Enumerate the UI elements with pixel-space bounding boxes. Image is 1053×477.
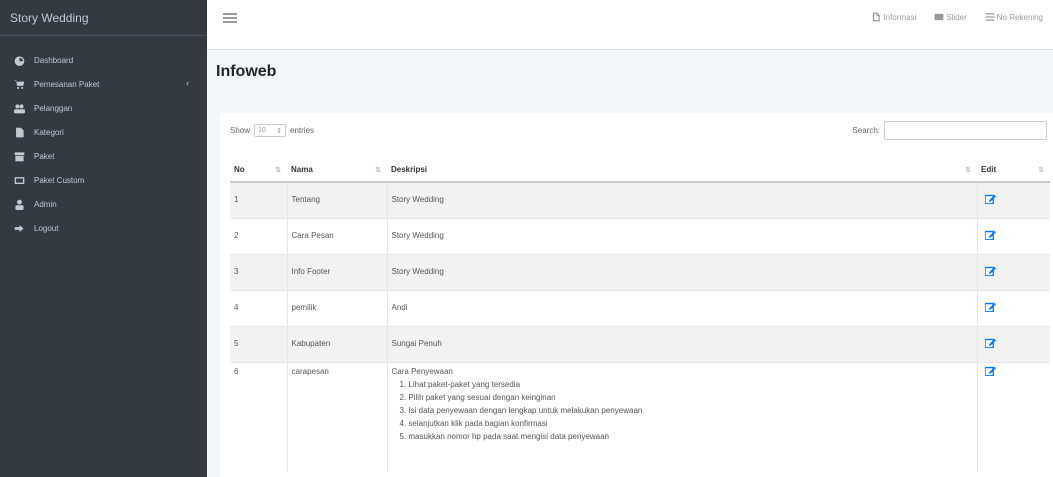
brand-title[interactable]: Story Wedding — [0, 0, 207, 36]
sidebar-item-label: Pelanggan — [34, 103, 73, 113]
search-input[interactable] — [884, 121, 1047, 140]
cell-deskripsi: Story Wedding — [391, 230, 444, 240]
cell-no: 6 — [234, 366, 239, 376]
data-table-card: Show 10 ⇕ entries Search: No ⇅ Nama ⇅ Desk… — [220, 113, 1053, 477]
sidebar-nav: Dashboard Pemesanan Paket ‹ Pelanggan Ka… — [0, 36, 207, 240]
table-row: 6 carapesan Cara Penyewaan 1. Lihat pake… — [230, 361, 1050, 472]
cell-no: 2 — [234, 230, 239, 240]
sidebar-item-pemesanan-paket[interactable]: Pemesanan Paket ‹ — [0, 72, 207, 96]
edit-icon[interactable] — [983, 230, 996, 240]
list-item: 3. Isi data penyewaan dengan lengkap unt… — [399, 405, 643, 415]
file-icon — [12, 127, 26, 138]
search-label: Search: — [852, 126, 880, 135]
topbar-link-no-rekening[interactable]: No Rekening — [985, 12, 1043, 22]
topbar-link-label: Informasi — [883, 12, 917, 22]
table-row: 5 Kabupaten Sungai Penuh — [230, 325, 1050, 362]
column-header-edit[interactable]: Edit ⇅ — [977, 158, 1050, 183]
table-row: 2 Cara Pesan Story Wedding — [230, 217, 1050, 254]
sort-icon: ⇅ — [965, 167, 971, 174]
topbar-link-slider[interactable]: Slider — [934, 12, 967, 22]
sidebar-item-paket[interactable]: Paket — [0, 144, 207, 168]
cell-nama: Info Footer — [291, 266, 331, 276]
edit-icon[interactable] — [983, 266, 996, 276]
box-icon — [12, 151, 26, 162]
sidebar-item-label: Paket Custom — [34, 175, 85, 185]
top-navbar: Informasi Slider No Rekening — [207, 0, 1053, 50]
cell-nama: carapesan — [291, 366, 329, 376]
sidebar-item-paket-custom[interactable]: Paket Custom — [0, 168, 207, 192]
sidebar-item-label: Admin — [34, 199, 57, 209]
list-item: 2. Pilih paket yang sesuai dengan keingi… — [399, 392, 556, 402]
page-title: Infoweb — [216, 63, 277, 80]
select-arrows-icon: ⇕ — [276, 127, 283, 135]
sidebar: Story Wedding Dashboard Pemesanan Paket … — [0, 0, 207, 477]
table-row: 4 pemilik Andi — [230, 289, 1050, 326]
sidebar-item-label: Paket — [34, 151, 55, 161]
file-icon — [873, 12, 881, 22]
edit-icon[interactable] — [983, 194, 996, 205]
cell-no: 4 — [234, 302, 239, 312]
sidebar-item-label: Kategori — [34, 127, 64, 137]
logout-icon — [12, 223, 26, 234]
infoweb-table: No ⇅ Nama ⇅ Deskripsi ⇅ Edit ⇅ 1 Tentang Sto… — [230, 158, 1050, 472]
chevron-left-icon[interactable]: ‹ — [186, 78, 189, 88]
column-header-no[interactable]: No ⇅ — [230, 158, 287, 183]
cell-no: 5 — [234, 338, 239, 348]
top-links: Informasi Slider No Rekening — [871, 12, 1043, 22]
search-control: Search: — [852, 121, 1047, 140]
dashboard-icon — [12, 55, 26, 66]
cell-deskripsi: Cara Penyewaan — [391, 366, 453, 376]
column-header-deskripsi[interactable]: Deskripsi ⇅ — [387, 158, 977, 183]
show-label: Show — [230, 126, 251, 135]
list-item: 5. masukkan nomor hp pada saat mengisi d… — [399, 431, 609, 441]
sidebar-item-label: Pemesanan Paket — [34, 79, 100, 89]
entries-select[interactable]: 10 ⇕ — [254, 124, 287, 137]
cell-nama: Kabupaten — [291, 338, 331, 348]
sidebar-item-kategori[interactable]: Kategori — [0, 120, 207, 144]
sidebar-item-dashboard[interactable]: Dashboard — [0, 48, 207, 72]
cell-deskripsi: Andi — [391, 302, 408, 312]
card-icon — [12, 175, 26, 186]
list-item: 4. selanjutkan klik pada bagian konfirma… — [399, 418, 548, 428]
cell-no: 1 — [234, 195, 239, 204]
sort-icon: ⇅ — [375, 167, 381, 174]
entries-label: entries — [290, 126, 315, 135]
edit-icon[interactable] — [983, 302, 996, 312]
hamburger-menu-icon[interactable] — [223, 13, 237, 23]
topbar-link-label: Slider — [946, 12, 967, 22]
table-row: 3 Info Footer Story Wedding — [230, 253, 1050, 290]
sort-icon: ⇅ — [1038, 167, 1044, 174]
cart-icon — [12, 79, 26, 90]
cell-deskripsi: Story Wedding — [391, 195, 444, 204]
list-item: 1. Lihat paket-paket yang tersedia — [399, 379, 521, 389]
cell-deskripsi: Sungai Penuh — [391, 338, 442, 348]
cell-nama: pemilik — [291, 302, 317, 312]
cell-no: 3 — [234, 266, 239, 276]
topbar-link-informasi[interactable]: Informasi — [871, 12, 916, 22]
entries-select-value: 10 — [258, 127, 266, 134]
sidebar-item-pelanggan[interactable]: Pelanggan — [0, 96, 207, 120]
sidebar-item-label: Logout — [34, 223, 59, 233]
column-header-nama[interactable]: Nama ⇅ — [287, 158, 387, 183]
cell-deskripsi: Story Wedding — [391, 266, 444, 276]
sidebar-item-admin[interactable]: Admin — [0, 192, 207, 216]
show-entries-control: Show 10 ⇕ entries — [230, 124, 314, 137]
topbar-link-label: No Rekening — [996, 12, 1043, 22]
edit-icon[interactable] — [983, 366, 996, 376]
cell-nama: Tentang — [291, 195, 320, 204]
image-icon — [934, 13, 944, 21]
steps-list: 1. Lihat paket-paket yang tersedia 2. Pi… — [392, 378, 973, 443]
user-icon — [12, 199, 26, 210]
sidebar-item-logout[interactable]: Logout — [0, 216, 207, 240]
table-row: 1 Tentang Story Wedding — [230, 181, 1050, 218]
cell-nama: Cara Pesan — [291, 230, 334, 240]
users-icon — [12, 103, 26, 114]
list-icon — [985, 13, 995, 21]
sidebar-item-label: Dashboard — [34, 55, 74, 65]
edit-icon[interactable] — [983, 338, 996, 348]
sort-icon: ⇅ — [275, 167, 281, 174]
